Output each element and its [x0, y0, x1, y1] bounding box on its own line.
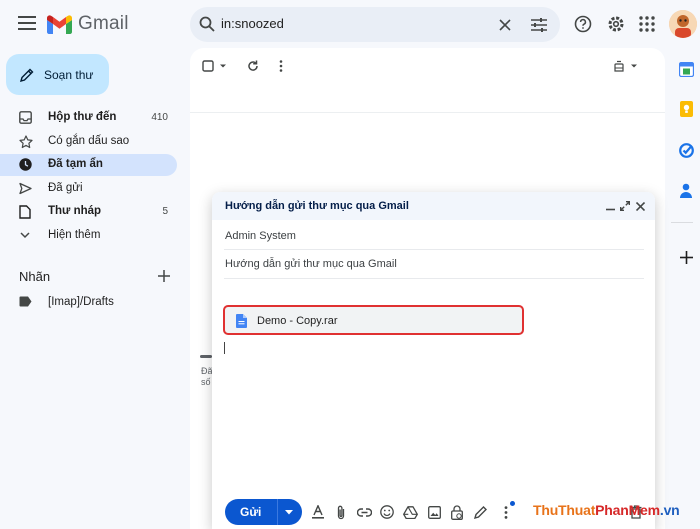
sidebar-item-sent[interactable]: Đã gửi	[0, 178, 177, 200]
sidebar-item-snoozed[interactable]: Đã tạm ẩn	[0, 154, 177, 176]
add-label-icon[interactable]	[155, 267, 173, 285]
inbox-icon	[19, 111, 33, 125]
clear-search-icon[interactable]	[496, 16, 514, 34]
compose-window-title: Hướng dẫn gửi thư mục qua Gmail	[225, 200, 409, 212]
search-options-icon[interactable]	[529, 15, 549, 35]
google-drive-icon[interactable]	[402, 504, 418, 520]
sidebar-label-imap-drafts[interactable]: [Imap]/Drafts	[0, 292, 177, 314]
confidential-mode-icon[interactable]	[449, 504, 465, 520]
sidebar-item-count: 410	[151, 112, 168, 123]
emoji-icon[interactable]	[379, 504, 395, 520]
empty-state-bar	[200, 355, 212, 358]
fullscreen-icon[interactable]	[618, 199, 632, 213]
send-split-divider	[277, 499, 278, 525]
search-input[interactable]	[221, 16, 481, 31]
chevron-down-icon	[19, 229, 33, 243]
watermark-part3: .vn	[659, 502, 680, 518]
empty-state-text-2: số	[201, 377, 211, 387]
recipient-field[interactable]: Admin System	[225, 230, 296, 242]
input-tools-dropdown[interactable]	[612, 57, 642, 75]
sidebar-item-label: Đã tạm ẩn	[48, 158, 103, 170]
compose-window: Hướng dẫn gửi thư mục qua Gmail Admin Sy…	[212, 192, 655, 529]
insert-link-icon[interactable]	[356, 504, 372, 520]
compose-label: Soạn thư	[44, 67, 94, 82]
empty-state-text-1: Đã	[201, 366, 213, 376]
gmail-logo-icon	[47, 14, 72, 34]
watermark-part1: ThuThuat	[533, 502, 596, 518]
close-icon[interactable]	[633, 199, 647, 213]
sidebar-item-label: Có gắn dấu sao	[48, 135, 130, 147]
sidebar-item-inbox[interactable]: Hộp thư đến 410	[0, 107, 177, 129]
watermark-logo: ThuThuatPhanMem.vn	[533, 502, 680, 518]
watermark-part2: PhanMem	[595, 502, 660, 518]
sidebar-item-drafts[interactable]: Thư nháp 5	[0, 201, 177, 223]
send-button[interactable]: Gửi	[225, 499, 302, 525]
sidebar-item-label: Thư nháp	[48, 205, 102, 217]
tasks-icon[interactable]	[678, 142, 694, 158]
clock-icon	[19, 158, 33, 172]
search-icon[interactable]	[198, 15, 216, 33]
select-checkbox-dropdown[interactable]	[200, 57, 230, 75]
search-bar[interactable]	[190, 7, 560, 42]
send-button-label: Gửi	[240, 505, 262, 519]
compose-button[interactable]: Soạn thư	[6, 54, 109, 95]
get-addons-plus-icon[interactable]	[678, 249, 694, 265]
file-icon	[234, 313, 248, 329]
minimize-icon[interactable]	[603, 199, 617, 213]
compose-window-header[interactable]: Hướng dẫn gửi thư mục qua Gmail	[212, 192, 655, 220]
settings-gear-icon[interactable]	[604, 12, 628, 36]
calendar-icon[interactable]	[678, 61, 694, 77]
sidebar-item-label: Đã gửi	[48, 182, 83, 194]
send-icon	[19, 182, 33, 196]
apps-grid-icon[interactable]	[635, 12, 659, 36]
draft-icon	[19, 205, 33, 219]
attach-file-icon[interactable]	[333, 504, 349, 520]
star-icon	[19, 135, 33, 149]
help-icon[interactable]	[571, 12, 595, 36]
sidebar-item-label: Hộp thư đến	[48, 111, 117, 123]
attachment-chip[interactable]: Demo - Copy.rar	[223, 305, 524, 335]
contacts-icon[interactable]	[678, 182, 694, 198]
label-tag-icon	[19, 296, 33, 310]
refresh-icon[interactable]	[244, 57, 262, 75]
subject-field[interactable]: Hướng dẫn gửi thư mục qua Gmail	[225, 258, 397, 270]
keep-icon[interactable]	[678, 101, 694, 117]
more-vert-icon[interactable]	[273, 57, 289, 75]
attachment-name: Demo - Copy.rar	[257, 315, 338, 327]
toolbar-divider	[190, 112, 665, 113]
sidebar-item-starred[interactable]: Có gắn dấu sao	[0, 131, 177, 153]
signature-pen-icon[interactable]	[473, 504, 489, 520]
text-cursor	[224, 342, 225, 354]
sidebar-item-label: [Imap]/Drafts	[48, 296, 114, 308]
main-menu-icon[interactable]	[14, 10, 40, 36]
more-options-icon[interactable]	[498, 504, 514, 520]
sidebar-item-more[interactable]: Hiện thêm	[0, 225, 177, 247]
gmail-logo[interactable]: Gmail	[47, 12, 129, 36]
notification-dot	[510, 501, 515, 506]
gmail-logo-text: Gmail	[78, 13, 129, 34]
formatting-options-icon[interactable]	[310, 504, 326, 520]
sidebar-item-count: 5	[162, 206, 168, 217]
rail-divider	[671, 222, 693, 223]
labels-section-title: Nhãn	[19, 269, 51, 284]
schedule-send-dropdown-icon[interactable]	[281, 505, 297, 519]
account-avatar[interactable]	[669, 10, 697, 38]
insert-photo-icon[interactable]	[426, 504, 442, 520]
recipient-underline	[224, 249, 644, 250]
sidebar-item-label: Hiện thêm	[48, 229, 101, 241]
subject-underline	[224, 278, 644, 279]
pencil-icon	[20, 68, 34, 82]
